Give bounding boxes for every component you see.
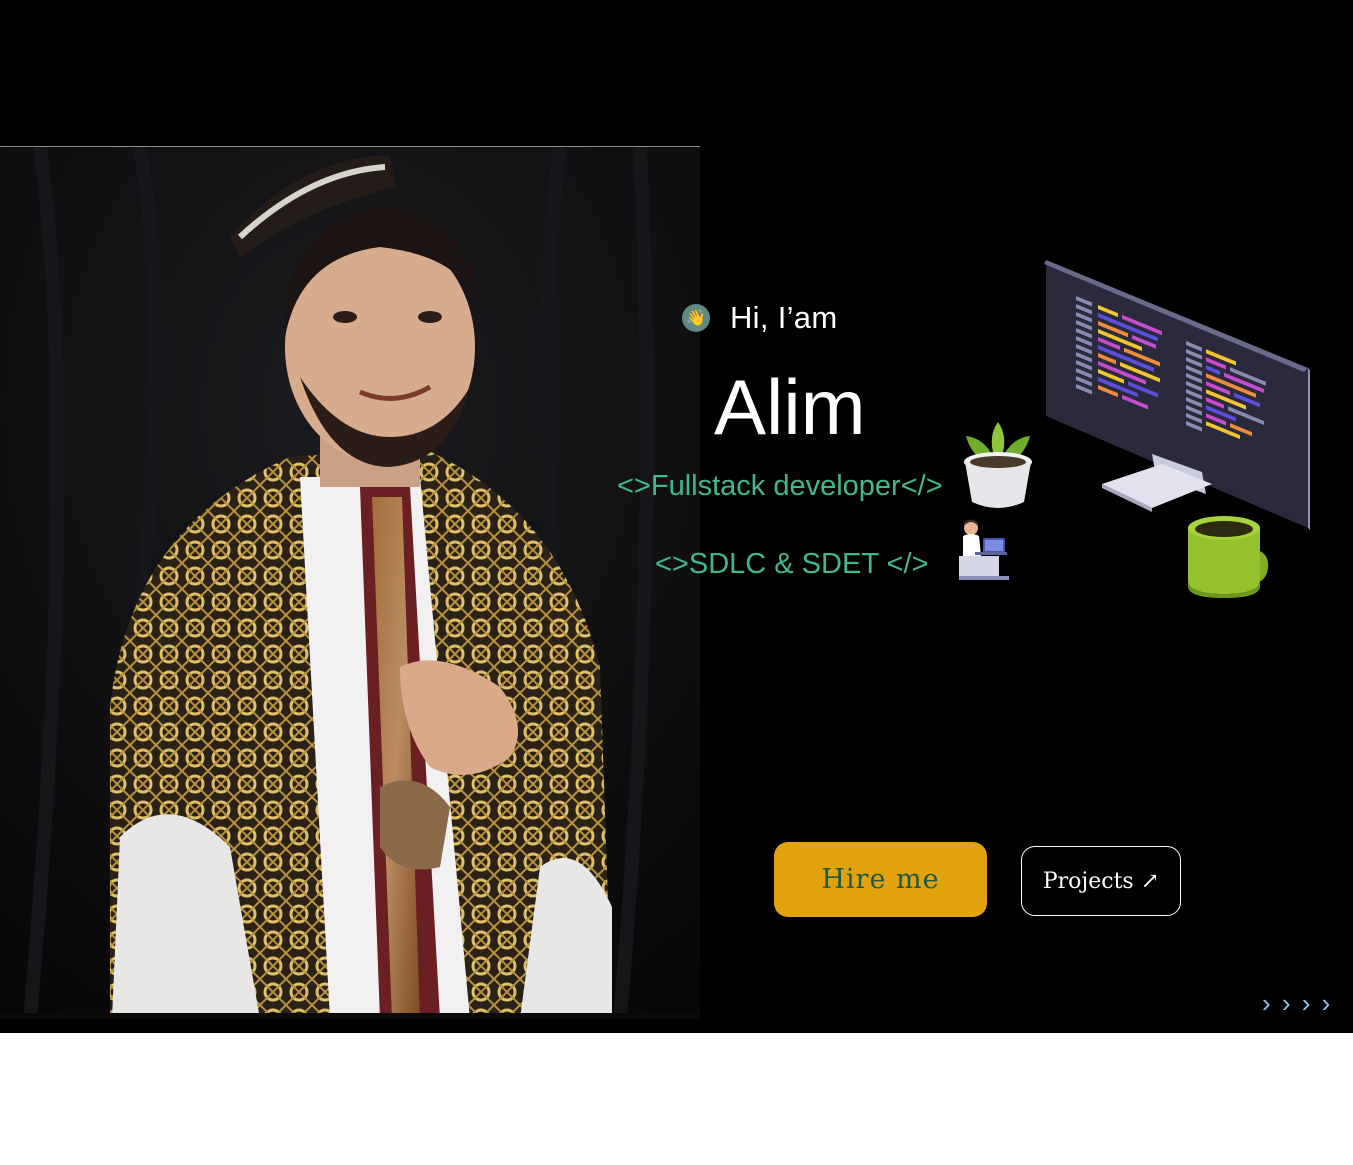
hire-me-button[interactable]: Hire me [774, 842, 987, 917]
scroll-chevrons-icon[interactable]: › › › › [1262, 988, 1332, 1019]
coffee-mug-icon [1188, 516, 1269, 598]
projects-button[interactable]: Projects ↗ [1021, 846, 1181, 916]
waving-hand-icon: 👋 [682, 304, 710, 332]
portrait-photo [0, 147, 700, 1019]
plant-pot-icon [964, 422, 1032, 508]
hero-name: Alim [714, 363, 866, 451]
greeting-text: Hi, I’am [730, 300, 838, 335]
developer-at-desk-icon [959, 519, 1009, 580]
role-secondary: <>SDLC & SDET </> [655, 548, 929, 580]
greeting: 👋 Hi, I’am [682, 300, 837, 336]
code-monitor-icon [1044, 260, 1310, 530]
role-primary: <>Fullstack developer</> [617, 470, 943, 502]
hero-section: 👋 Hi, I’am Alim <>Fullstack developer</>… [0, 0, 1353, 1033]
